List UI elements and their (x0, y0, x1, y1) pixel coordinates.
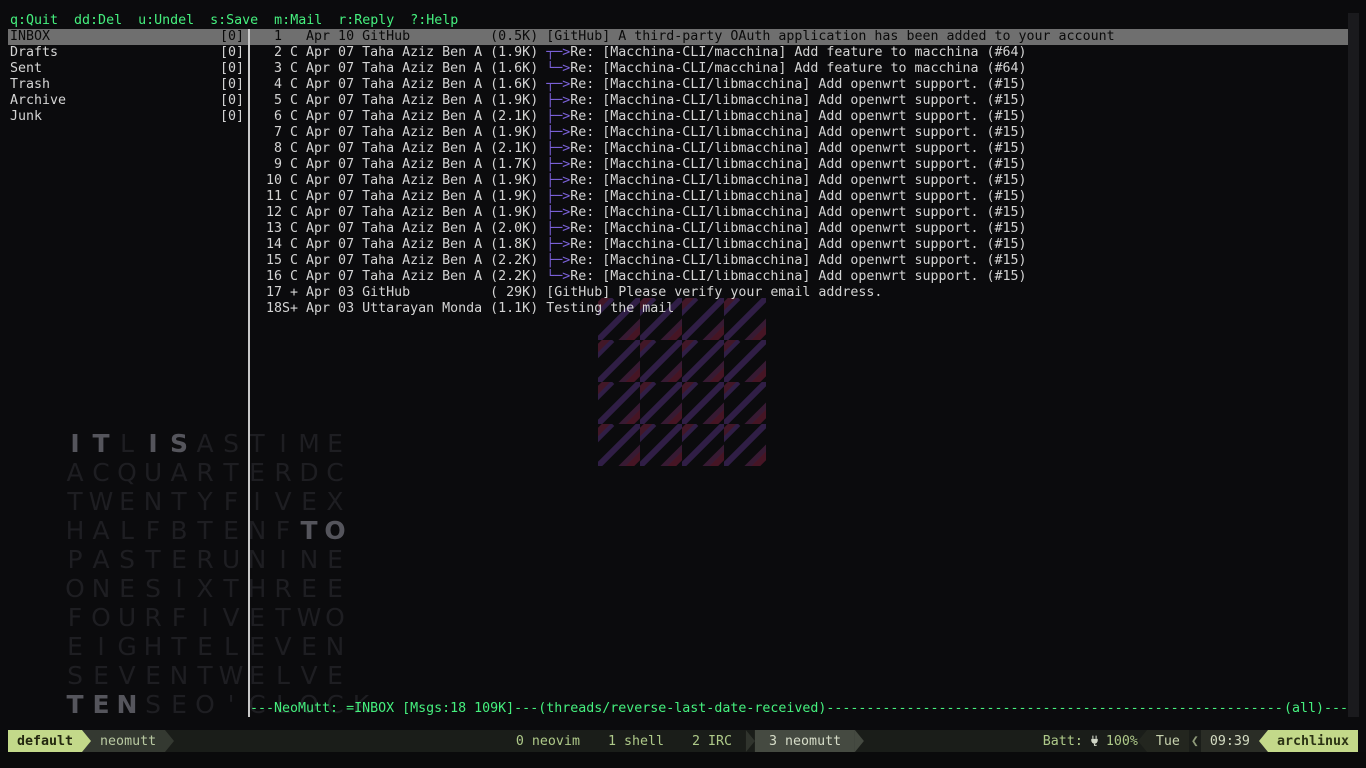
mail-row-13[interactable]: 13 C Apr 07 Taha Aziz Ben A (2.0K) ├─>Re… (250, 221, 1348, 237)
mail-index-pane: 1 Apr 10 GitHub (0.5K) [GitHub] A third-… (250, 29, 1348, 717)
mail-row-18[interactable]: 18S+ Apr 03 Uttarayan Monda (1.1K) Testi… (250, 301, 1348, 317)
tmux-time-segment: 09:39 (1201, 730, 1259, 752)
hostname: archlinux (1277, 734, 1349, 749)
sidebar-mailbox-drafts[interactable]: Drafts[0] (8, 45, 248, 61)
neomutt-help-bar: q:Quit dd:Del u:Undel s:Save m:Mail r:Re… (8, 13, 1348, 29)
mail-list-empty-space (250, 317, 1348, 701)
mail-row-5[interactable]: 5 C Apr 07 Taha Aziz Ben A (1.9K) ├─>Re:… (250, 93, 1348, 109)
day-of-week: Tue (1156, 734, 1180, 749)
mailbox-sidebar: INBOX[0]Drafts[0]Sent[0]Trash[0]Archive[… (8, 29, 248, 717)
sidebar-mailbox-sent[interactable]: Sent[0] (8, 61, 248, 77)
mail-row-7[interactable]: 7 C Apr 07 Taha Aziz Ben A (1.9K) ├─>Re:… (250, 125, 1348, 141)
tmux-pane-title: neomutt (100, 734, 156, 749)
mail-row-16[interactable]: 16 C Apr 07 Taha Aziz Ben A (2.2K) └─>Re… (250, 269, 1348, 285)
mail-row-4[interactable]: 4 C Apr 07 Taha Aziz Ben A (1.6K) ┬─>Re:… (250, 77, 1348, 93)
tmux-hostname-segment: archlinux (1268, 730, 1358, 752)
screen-bottom-margin (0, 752, 1366, 768)
status-line-left: ---NeoMutt: =INBOX [Msgs:18 109K]---(thr… (250, 701, 826, 717)
powerline-arrow-icon (82, 730, 91, 752)
tmux-status-bar: default neomutt 0 neovim1 shell2 IRC 3 ne… (8, 730, 1358, 752)
mail-row-1[interactable]: 1 Apr 10 GitHub (0.5K) [GitHub] A third-… (250, 29, 1348, 45)
neomutt-terminal: q:Quit dd:Del u:Undel s:Save m:Mail r:Re… (8, 13, 1348, 717)
powerline-arrow-icon (746, 730, 755, 752)
status-line-fill: ----------------------------------------… (826, 701, 1284, 717)
tmux-day-segment: Tue (1147, 730, 1189, 752)
mail-row-14[interactable]: 14 C Apr 07 Taha Aziz Ben A (1.8K) ├─>Re… (250, 237, 1348, 253)
mail-row-15[interactable]: 15 C Apr 07 Taha Aziz Ben A (2.2K) ├─>Re… (250, 253, 1348, 269)
neomutt-status-line: ---NeoMutt: =INBOX [Msgs:18 109K]---(thr… (250, 701, 1348, 717)
sidebar-mailbox-junk[interactable]: Junk[0] (8, 109, 248, 125)
powerline-arrow-icon (1138, 730, 1147, 752)
mail-row-9[interactable]: 9 C Apr 07 Taha Aziz Ben A (1.7K) ├─>Re:… (250, 157, 1348, 173)
tmux-window-shell[interactable]: 1 shell (594, 730, 678, 752)
sidebar-mailbox-inbox[interactable]: INBOX[0] (8, 29, 248, 45)
tmux-pane-title-segment: neomutt (91, 730, 165, 752)
powerline-arrow-icon (855, 730, 864, 752)
power-plug-icon (1083, 730, 1106, 752)
clock-time: 09:39 (1210, 734, 1250, 749)
tmux-window-IRC[interactable]: 2 IRC (678, 730, 746, 752)
mail-row-3[interactable]: 3 C Apr 07 Taha Aziz Ben A (1.6K) └─>Re:… (250, 61, 1348, 77)
mail-row-12[interactable]: 12 C Apr 07 Taha Aziz Ben A (1.9K) ├─>Re… (250, 205, 1348, 221)
battery-percentage: 100% (1106, 730, 1138, 752)
tmux-window-list: 0 neovim1 shell2 IRC 3 neomutt (502, 730, 864, 752)
mail-row-2[interactable]: 2 C Apr 07 Taha Aziz Ben A (1.9K) ┬─>Re:… (250, 45, 1348, 61)
sidebar-mailbox-trash[interactable]: Trash[0] (8, 77, 248, 93)
terminal-right-edge (1348, 13, 1359, 717)
tmux-session-segment[interactable]: default (8, 730, 82, 752)
mail-row-6[interactable]: 6 C Apr 07 Taha Aziz Ben A (2.1K) ├─>Re:… (250, 109, 1348, 125)
tmux-window-neovim[interactable]: 0 neovim (502, 730, 594, 752)
mail-row-10[interactable]: 10 C Apr 07 Taha Aziz Ben A (1.9K) ├─>Re… (250, 173, 1348, 189)
sidebar-mailbox-archive[interactable]: Archive[0] (8, 93, 248, 109)
powerline-arrow-icon (165, 730, 174, 752)
chevron-left-icon: ❮ (1189, 730, 1201, 752)
status-line-right: (all)--- (1284, 701, 1348, 717)
mail-row-8[interactable]: 8 C Apr 07 Taha Aziz Ben A (2.1K) ├─>Re:… (250, 141, 1348, 157)
battery-label: Batt: (1043, 730, 1083, 752)
tmux-window-active[interactable]: 3 neomutt (755, 730, 855, 752)
mail-row-17[interactable]: 17 + Apr 03 GitHub ( 29K) [GitHub] Pleas… (250, 285, 1348, 301)
tmux-right-status: Batt: 100% Tue ❮ 09:39 archlinux (1043, 730, 1358, 752)
powerline-arrow-icon (1259, 730, 1268, 752)
mail-row-11[interactable]: 11 C Apr 07 Taha Aziz Ben A (1.9K) ├─>Re… (250, 189, 1348, 205)
tmux-session-name: default (17, 734, 73, 749)
